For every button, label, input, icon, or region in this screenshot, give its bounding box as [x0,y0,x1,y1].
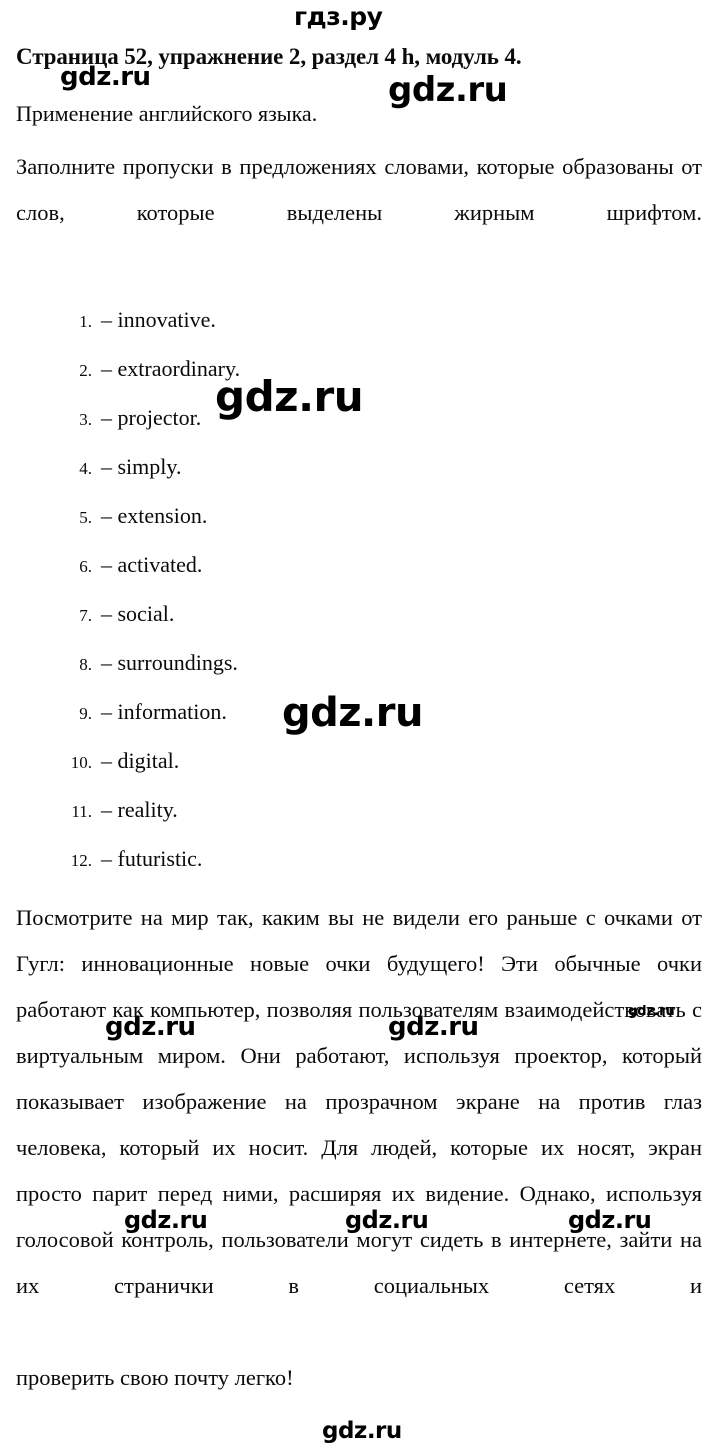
list-item: 2. – extraordinary. [16,345,702,394]
list-item: 12. – futuristic. [16,835,702,884]
answer-number: 8. [79,655,92,674]
list-item: 11. – reality. [16,786,702,835]
answer-number: 9. [79,704,92,723]
answer-number: 6. [79,557,92,576]
list-item: 9. – information. [16,688,702,737]
answer-text: – extraordinary. [101,356,241,381]
answer-text: – digital. [101,748,180,773]
list-item: 8. – surroundings. [16,639,702,688]
translation-last-line: проверить свою почту легко! [16,1365,294,1390]
list-item: 7. – social. [16,590,702,639]
list-item: 5. – extension. [16,492,702,541]
answer-text: – information. [101,699,227,724]
list-item: 1. – innovative. [16,296,702,345]
page-canvas: гдз.ру gdz.ru gdz.ru gdz.ru gdz.ru gdz.r… [0,0,720,1452]
answer-text: – futuristic. [101,846,203,871]
list-item: 3. – projector. [16,394,702,443]
answer-text: – social. [101,601,175,626]
watermark-bottom: gdz.ru [322,1418,402,1444]
answer-number: 12. [70,851,92,870]
answer-number: 5. [79,508,92,527]
translation-paragraph: Посмотрите на мир так, каким вы не видел… [16,905,702,1298]
list-item: 10. – digital. [16,737,702,786]
document-content: Страница 52, упражнение 2, раздел 4 h, м… [0,0,720,1401]
answer-text: – surroundings. [101,650,238,675]
answer-number: 10. [70,753,92,772]
answer-text: – simply. [101,454,182,479]
answer-text: – projector. [101,405,202,430]
list-item: 4. – simply. [16,443,702,492]
answer-number: 2. [79,361,92,380]
answer-text: – reality. [101,797,178,822]
answer-text: – extension. [101,503,208,528]
page-subtitle: Применение английского языка. [16,101,318,126]
answer-number: 1. [79,312,92,331]
answers-list: 1. – innovative. 2. – extraordinary. 3. … [16,282,702,884]
page-title: Страница 52, упражнение 2, раздел 4 h, м… [16,44,522,69]
exercise-instructions: Заполните пропуски в предложениях словам… [16,154,702,225]
answer-number: 3. [79,410,92,429]
list-item: 6. – activated. [16,541,702,590]
answer-text: – innovative. [101,307,216,332]
answer-text: – activated. [101,552,203,577]
answer-number: 4. [79,459,92,478]
answer-number: 7. [79,606,92,625]
answer-number: 11. [71,802,92,821]
